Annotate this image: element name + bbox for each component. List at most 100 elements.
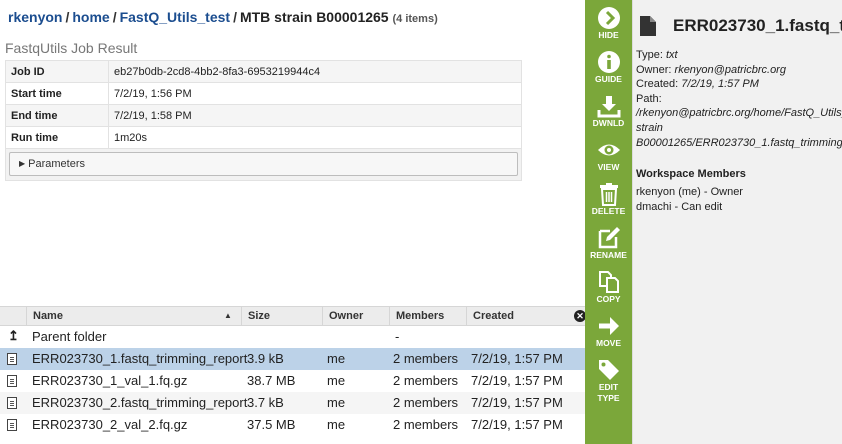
file-icon bbox=[7, 353, 17, 365]
file-created: 7/2/19, 1:57 PM bbox=[471, 417, 563, 432]
arrow-right-icon bbox=[598, 317, 619, 335]
breadcrumb: rkenyon / home / FastQ_Utils_test / MTB strain… bbox=[8, 9, 438, 25]
file-name: ERR023730_1.fastq_trimming_report bbox=[32, 351, 248, 366]
job-info-key: Run time bbox=[5, 126, 109, 149]
parent-folder-members: - bbox=[395, 329, 400, 344]
edit-type-label: EDIT TYPE bbox=[597, 382, 620, 403]
delete-button[interactable]: DELETE bbox=[585, 182, 632, 226]
table-row[interactable]: ERR023730_2.fastq_trimming_report 3.7 kB… bbox=[0, 392, 585, 414]
job-info-value: 1m20s bbox=[108, 126, 522, 149]
view-button[interactable]: VIEW bbox=[585, 138, 632, 182]
breadcrumb-separator: / bbox=[233, 9, 237, 25]
tag-icon bbox=[598, 360, 619, 380]
parameters-label: Parameters bbox=[28, 158, 86, 170]
file-name: ERR023730_1_val_1.fq.gz bbox=[32, 373, 188, 388]
table-row[interactable]: ERR023730_2_val_2.fq.gz 37.5 MB me 2 mem… bbox=[0, 414, 585, 436]
file-size: 3.7 kB bbox=[247, 395, 284, 410]
table-row[interactable]: ERR023730_1.fastq_trimming_report 3.9 kB… bbox=[0, 348, 585, 370]
grid-header: Name ▲ Size Owner Members Created ✕ bbox=[0, 306, 586, 326]
breadcrumb-user-link[interactable]: rkenyon bbox=[8, 9, 62, 25]
guide-label: GUIDE bbox=[595, 74, 622, 84]
copy-button[interactable]: COPY bbox=[585, 270, 632, 314]
job-info-key: End time bbox=[5, 104, 109, 127]
breadcrumb-home-link[interactable]: home bbox=[72, 9, 109, 25]
created-value: 7/2/19, 1:57 PM bbox=[681, 78, 759, 91]
column-header-size[interactable]: Size bbox=[241, 307, 322, 326]
breadcrumb-folder-link[interactable]: FastQ_Utils_test bbox=[120, 9, 230, 25]
eye-icon bbox=[597, 144, 620, 156]
parameters-toggle[interactable]: ▶ Parameters bbox=[9, 152, 518, 176]
job-info-row: Job ID eb27b0db-2cd8-4bb2-8fa3-695321994… bbox=[5, 60, 522, 83]
file-owner: me bbox=[327, 417, 346, 432]
trash-icon bbox=[599, 183, 618, 206]
move-button[interactable]: MOVE bbox=[585, 314, 632, 358]
detail-panel: ERR023730_1.fastq_trimming_report Type: … bbox=[632, 0, 842, 444]
parent-folder-row[interactable]: ↥ Parent folder - bbox=[0, 326, 585, 348]
file-grid: Name ▲ Size Owner Members Created ✕ ↥ Pa… bbox=[0, 306, 586, 444]
type-value: txt bbox=[665, 49, 678, 61]
file-members: 2 members bbox=[393, 417, 459, 432]
hide-label: HIDE bbox=[598, 30, 619, 40]
hide-button[interactable]: HIDE bbox=[585, 6, 632, 50]
info-circle-icon bbox=[597, 51, 620, 73]
file-members: 2 members bbox=[393, 351, 459, 366]
file-owner: me bbox=[327, 395, 346, 410]
file-name: ERR023730_2.fastq_trimming_report bbox=[32, 395, 248, 410]
job-info-row: Run time 1m20s bbox=[5, 126, 522, 149]
main-panel: rkenyon / home / FastQ_Utils_test / MTB strain… bbox=[0, 0, 586, 444]
member-entry: dmachi - Can edit bbox=[636, 200, 723, 213]
file-icon bbox=[7, 419, 17, 431]
path-value-line: B00001265/ERR023730_1.fastq_trimming_rep… bbox=[636, 136, 842, 149]
caret-right-icon: ▶ bbox=[19, 159, 26, 168]
move-label: MOVE bbox=[595, 338, 622, 348]
copy-icon bbox=[598, 271, 619, 293]
file-created: 7/2/19, 1:57 PM bbox=[471, 373, 563, 388]
up-arrow-icon: ↥ bbox=[8, 328, 19, 343]
guide-button[interactable]: GUIDE bbox=[585, 50, 632, 94]
parent-folder-label: Parent folder bbox=[32, 329, 107, 344]
created-line: Created: 7/2/19, 1:57 PM bbox=[636, 77, 842, 92]
workspace-members-list: rkenyon (me) - Owner dmachi - Can edit bbox=[636, 185, 743, 214]
file-metadata: Type: txt Owner: rkenyon@patricbrc.org C… bbox=[636, 48, 842, 150]
job-info-value: 7/2/19, 1:58 PM bbox=[108, 104, 522, 127]
file-size: 37.5 MB bbox=[247, 417, 296, 432]
chevron-right-circle-icon bbox=[597, 7, 620, 29]
rename-button[interactable]: RENAME bbox=[585, 226, 632, 270]
column-header-created[interactable]: Created bbox=[466, 307, 574, 326]
owner-value: rkenyon@patricbrc.org bbox=[674, 63, 786, 76]
file-members: 2 members bbox=[393, 395, 459, 410]
file-owner: me bbox=[327, 373, 346, 388]
job-info-value: eb27b0db-2cd8-4bb2-8fa3-6953219944c4 bbox=[108, 60, 522, 83]
job-info-key: Job ID bbox=[5, 60, 109, 83]
file-name: ERR023730_2_val_2.fq.gz bbox=[32, 417, 188, 432]
file-created: 7/2/19, 1:57 PM bbox=[471, 395, 563, 410]
member-entry: rkenyon (me) - Owner bbox=[636, 186, 743, 198]
download-button[interactable]: DWNLD bbox=[585, 94, 632, 138]
rename-label: RENAME bbox=[590, 250, 627, 260]
workspace-members-title: Workspace Members bbox=[636, 168, 746, 180]
type-label: Type: bbox=[636, 49, 663, 61]
breadcrumb-separator: / bbox=[65, 9, 70, 25]
parameters-section: ▶ Parameters bbox=[5, 148, 522, 181]
column-header-name[interactable]: Name bbox=[26, 307, 241, 326]
owner-label: Owner: bbox=[636, 63, 672, 76]
owner-line: Owner: rkenyon@patricbrc.org bbox=[636, 63, 842, 78]
sort-ascending-icon: ▲ bbox=[224, 311, 232, 320]
job-info-row: End time 7/2/19, 1:58 PM bbox=[5, 104, 522, 127]
file-members: 2 members bbox=[393, 373, 459, 388]
pencil-icon bbox=[598, 227, 620, 249]
table-row[interactable]: ERR023730_1_val_1.fq.gz 38.7 MB me 2 mem… bbox=[0, 370, 585, 392]
path-label: Path: bbox=[636, 92, 662, 105]
detail-file-name: ERR023730_1.fastq_trimming_report bbox=[673, 16, 842, 35]
file-size: 3.9 kB bbox=[247, 351, 284, 366]
column-header-owner[interactable]: Owner bbox=[322, 307, 389, 326]
column-header-members[interactable]: Members bbox=[389, 307, 466, 326]
job-info-table: Job ID eb27b0db-2cd8-4bb2-8fa3-695321994… bbox=[5, 60, 522, 149]
view-label: VIEW bbox=[597, 162, 620, 172]
file-icon bbox=[7, 397, 17, 409]
edit-type-button[interactable]: EDIT TYPE bbox=[585, 358, 632, 408]
path-value-line: strain bbox=[636, 121, 663, 134]
action-bar: HIDE GUIDE DWNLD VIEW DELETE RENAME COPY… bbox=[585, 0, 632, 444]
copy-label: COPY bbox=[596, 294, 621, 304]
document-icon bbox=[640, 16, 656, 36]
